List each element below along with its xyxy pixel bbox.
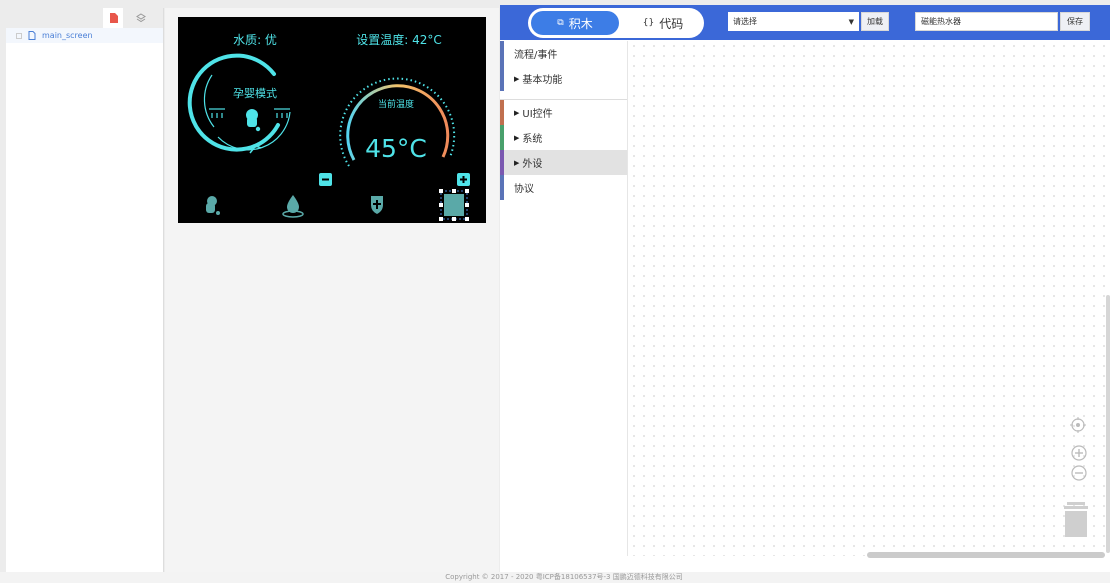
project-name-input[interactable]: 磁能热水器 <box>915 12 1058 31</box>
caret-down-icon: ▼ <box>848 17 854 26</box>
project-name-value: 磁能热水器 <box>921 17 961 26</box>
toolbox-category-ui-controls[interactable]: ▶ UI控件 <box>500 100 627 125</box>
toolbox-separator <box>500 91 627 100</box>
expand-triangle-icon: ▶ <box>514 74 520 83</box>
project-select[interactable]: 请选择 ▼ <box>728 12 859 31</box>
current-temp-value: 45°C <box>365 134 427 163</box>
expand-triangle-icon: ▶ <box>514 158 520 167</box>
category-label: UI控件 <box>522 109 553 120</box>
set-temp-label: 设置温度: 42°C <box>356 32 442 47</box>
toolbox-category-system[interactable]: ▶ 系统 <box>500 125 627 150</box>
recenter-icon[interactable] <box>1070 417 1086 433</box>
trash-icon[interactable] <box>1064 502 1088 537</box>
file-panel: main_screen <box>6 8 164 572</box>
editor-toolbar: ⧉ 积木 {} 代码 请选择 ▼ 加载 磁能热水器 保存 <box>500 5 1110 40</box>
block-editor: ⧉ 积木 {} 代码 请选择 ▼ 加载 磁能热水器 保存 流程/事件 ▶ 基本功… <box>500 5 1110 572</box>
layers-tab[interactable] <box>131 11 151 25</box>
code-mode-button[interactable]: {} 代码 <box>628 11 698 35</box>
document-icon <box>28 31 36 40</box>
water-drop-icon[interactable] <box>282 195 304 218</box>
toolbox-category-protocol[interactable]: 协议 <box>500 175 627 200</box>
zoom-out-icon[interactable] <box>1071 465 1087 481</box>
file-icon <box>109 13 118 23</box>
layers-icon <box>136 13 146 23</box>
file-checkbox[interactable] <box>16 32 22 39</box>
expand-triangle-icon: ▶ <box>514 108 520 117</box>
faucet-mode-icon[interactable] <box>206 196 220 215</box>
puzzle-icon: ⧉ <box>557 18 564 28</box>
category-label: 协议 <box>514 184 534 195</box>
block-toolbox: 流程/事件 ▶ 基本功能 ▶ UI控件 ▶ 系统 ▶ 外设 协议 <box>500 41 628 556</box>
shower-left-icon <box>209 108 225 118</box>
category-color-bar <box>500 175 504 200</box>
file-tab[interactable] <box>103 8 123 28</box>
code-braces-icon: {} <box>642 18 655 28</box>
category-label: 流程/事件 <box>514 50 558 61</box>
water-quality-label: 水质: 优 <box>233 33 277 47</box>
faucet-icon <box>246 109 261 132</box>
category-color-bar <box>500 66 504 91</box>
category-color-bar <box>500 100 504 125</box>
horizontal-scrollbar[interactable] <box>867 552 1105 558</box>
device-screen-graphics: 孕婴模式 当前温度 45°C 水质: 优 设置温度: 42°C <box>187 32 470 221</box>
mode-label: 孕婴模式 <box>233 87 277 100</box>
selected-widget-icon[interactable] <box>439 189 469 221</box>
mode-toggle: ⧉ 积木 {} 代码 <box>528 8 704 38</box>
file-item-label: main_screen <box>42 31 93 40</box>
category-color-bar <box>500 125 504 150</box>
block-workspace[interactable] <box>629 41 1110 556</box>
mode-dial[interactable] <box>187 53 291 152</box>
file-panel-tabs <box>6 8 163 28</box>
category-color-bar <box>500 41 504 66</box>
toolbox-category-basic[interactable]: ▶ 基本功能 <box>500 66 627 91</box>
load-button[interactable]: 加载 <box>861 12 889 31</box>
expand-triangle-icon: ▶ <box>514 133 520 142</box>
category-label: 系统 <box>522 134 543 145</box>
current-temp-label: 当前温度 <box>378 98 414 110</box>
blocks-mode-label: 积木 <box>568 16 593 31</box>
toolbox-category-peripherals[interactable]: ▶ 外设 <box>500 150 627 175</box>
code-mode-label: 代码 <box>659 16 684 31</box>
device-screen[interactable]: 孕婴模式 当前温度 45°C 水质: 优 设置温度: 42°C <box>178 17 486 223</box>
project-select-value: 请选择 <box>733 17 757 26</box>
blocks-mode-button[interactable]: ⧉ 积木 <box>531 11 619 35</box>
file-item-main-screen[interactable]: main_screen <box>6 28 163 43</box>
increase-temp-button[interactable] <box>457 173 470 186</box>
shower-right-icon <box>274 108 290 118</box>
vertical-scrollbar[interactable] <box>1106 295 1110 553</box>
design-canvas: 孕婴模式 当前温度 45°C 水质: 优 设置温度: 42°C <box>165 8 499 572</box>
category-label: 基本功能 <box>522 75 563 86</box>
zoom-in-icon[interactable] <box>1071 445 1087 461</box>
category-color-bar <box>500 150 504 175</box>
toolbox-category-flow[interactable]: 流程/事件 <box>500 41 627 66</box>
shield-icon[interactable] <box>371 196 383 214</box>
app-root: main_screen 孕婴模式 当前温度 45°C 水质: 优 设置温度: 4… <box>0 0 1110 583</box>
decrease-temp-button[interactable] <box>319 173 332 186</box>
save-button[interactable]: 保存 <box>1060 12 1090 31</box>
category-label: 外设 <box>522 159 543 170</box>
copyright-footer: Copyright © 2017 - 2020 粤ICP备18106537号-3… <box>0 572 1110 583</box>
